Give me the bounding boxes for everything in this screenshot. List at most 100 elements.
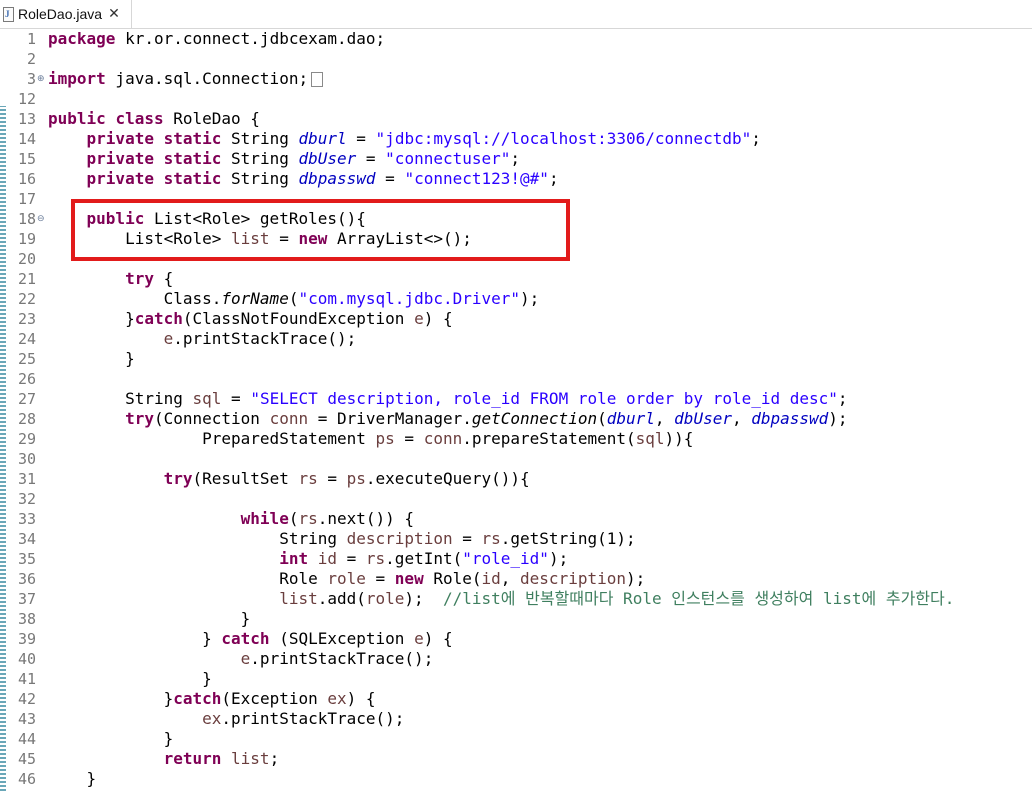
code-token: list xyxy=(231,749,270,768)
line-number: 13 xyxy=(17,110,36,128)
code-token: .printStackTrace(); xyxy=(221,709,405,728)
code-token: e xyxy=(414,629,424,648)
code-line: 46 } xyxy=(8,769,1032,789)
code-token: (Connection xyxy=(153,409,270,428)
code-editor[interactable]: 1 package kr.or.connect.jdbcexam.dao; 2 3 ⊕ i… xyxy=(8,29,1032,792)
tab-label: RoleDao.java xyxy=(18,6,103,22)
code-token: { xyxy=(153,269,174,288)
line-number: 43 xyxy=(17,710,36,728)
collapsed-code-marker[interactable] xyxy=(311,72,324,87)
code-token: "role_id" xyxy=(462,549,549,568)
line-number: 19 xyxy=(17,230,36,248)
collapse-fold-icon[interactable]: ⊖ xyxy=(37,209,47,229)
code-token: } xyxy=(48,309,135,328)
code-token: } xyxy=(48,669,212,688)
code-token: ) { xyxy=(346,689,376,708)
code-token: , xyxy=(500,569,521,588)
code-text: int id = rs.getInt("role_id"); xyxy=(48,549,568,569)
code-line: 42 }catch(Exception ex) { xyxy=(8,689,1032,709)
code-line: 25 } xyxy=(8,349,1032,369)
code-token: = xyxy=(317,469,347,488)
line-number: 23 xyxy=(17,310,36,328)
code-text: while(rs.next()) { xyxy=(48,509,414,529)
code-token: ; xyxy=(548,169,559,188)
code-token: public xyxy=(48,109,106,128)
code-token: .getInt( xyxy=(385,549,463,568)
code-token: ; xyxy=(269,749,280,768)
code-token: .add( xyxy=(317,589,366,608)
code-text: }catch(Exception ex) { xyxy=(48,689,376,709)
line-number: 31 xyxy=(17,470,36,488)
code-token: , xyxy=(654,409,675,428)
code-token: ( xyxy=(597,409,607,428)
code-token: ); xyxy=(548,549,569,568)
code-token: } xyxy=(48,729,174,748)
code-line: 2 xyxy=(8,49,1032,69)
code-line: 31 try(ResultSet rs = ps.executeQuery())… xyxy=(8,469,1032,489)
code-token: class xyxy=(115,109,164,128)
code-token: private xyxy=(86,129,154,148)
tab-roledao-java[interactable]: J RoleDao.java ✕ xyxy=(0,0,132,28)
code-token: RoleDao { xyxy=(163,109,260,128)
code-token: private xyxy=(86,149,154,168)
code-token: (Exception xyxy=(221,689,328,708)
code-token: ; xyxy=(510,149,521,168)
code-text: public class RoleDao { xyxy=(48,109,260,129)
code-token: String xyxy=(221,129,299,148)
expand-fold-icon[interactable]: ⊕ xyxy=(37,69,47,89)
code-token: } xyxy=(48,769,97,788)
code-text: ex.printStackTrace(); xyxy=(48,709,404,729)
code-line: 12 xyxy=(8,89,1032,109)
code-token: = xyxy=(221,389,251,408)
code-token: static xyxy=(163,149,222,168)
code-line: 13 public class RoleDao { xyxy=(8,109,1032,129)
code-token: Class. xyxy=(48,289,222,308)
code-token: import xyxy=(48,69,106,88)
code-text: private static String dburl = "jdbc:mysq… xyxy=(48,129,761,149)
code-token: id xyxy=(481,569,501,588)
code-line: 21 try { xyxy=(8,269,1032,289)
code-token: //list에 반복할때마다 Role 인스턴스를 생성하여 list에 추가한… xyxy=(442,589,955,608)
code-line: 35 int id = rs.getInt("role_id"); xyxy=(8,549,1032,569)
code-token: = DriverManager. xyxy=(308,409,472,428)
code-text: } xyxy=(48,669,212,689)
code-token: catch xyxy=(221,629,270,648)
code-token: catch xyxy=(173,689,222,708)
code-token: conn xyxy=(269,409,309,428)
code-line: 45 return list; xyxy=(8,749,1032,769)
code-token: } xyxy=(48,689,174,708)
code-token: } xyxy=(48,609,251,628)
code-token: getConnection xyxy=(471,409,598,428)
code-text: return list; xyxy=(48,749,280,769)
code-token: try xyxy=(125,269,154,288)
code-token: .executeQuery()){ xyxy=(365,469,530,488)
code-token: String xyxy=(48,389,193,408)
close-icon[interactable]: ✕ xyxy=(108,6,120,22)
code-token: int xyxy=(279,549,309,568)
line-number: 29 xyxy=(17,430,36,448)
code-token: dburl xyxy=(606,409,655,428)
code-line: 28 try(Connection conn = DriverManager.g… xyxy=(8,409,1032,429)
line-number: 24 xyxy=(17,330,36,348)
code-token: return xyxy=(163,749,222,768)
line-number: 41 xyxy=(17,670,36,688)
code-line: 32 xyxy=(8,489,1032,509)
code-token: role xyxy=(365,589,405,608)
line-number: 36 xyxy=(17,570,36,588)
code-text: private static String dbUser = "connectu… xyxy=(48,149,521,169)
code-line: 36 Role role = new Role(id, description)… xyxy=(8,569,1032,589)
code-token: e xyxy=(240,649,251,668)
code-line: 33 while(rs.next()) { xyxy=(8,509,1032,529)
code-token: dburl xyxy=(298,129,347,148)
line-number: 46 xyxy=(17,770,36,788)
code-token: private xyxy=(86,169,154,188)
code-token: dbUser xyxy=(674,409,732,428)
